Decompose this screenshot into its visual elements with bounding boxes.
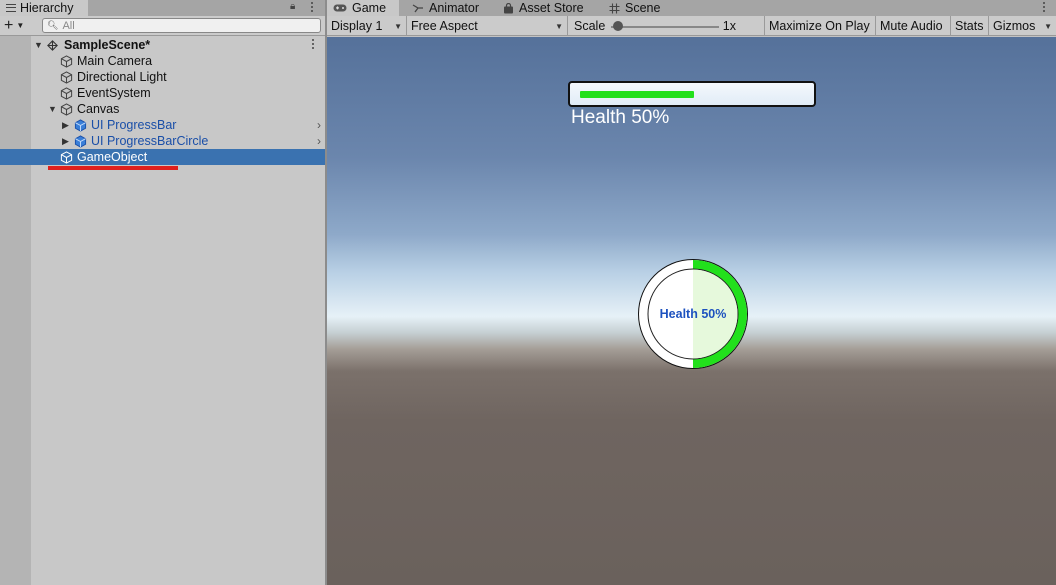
tab-animator[interactable]: Animator (406, 0, 496, 16)
toggle-label: Gizmos (993, 19, 1036, 33)
toggle-label: Maximize On Play (769, 19, 870, 33)
gameobject-cube-icon (60, 86, 73, 100)
tab-label: Scene (625, 1, 661, 15)
scale-slider-handle[interactable] (613, 21, 623, 31)
tree-item-eventsystem[interactable]: EventSystem (0, 85, 325, 101)
tab-label: Asset Store (519, 1, 584, 15)
store-bag-icon (504, 2, 513, 13)
tab-scene[interactable]: Scene (603, 0, 673, 16)
tree-item-canvas[interactable]: ▼ Canvas (0, 101, 325, 117)
display-label: Display 1 (331, 19, 383, 33)
tab-game[interactable]: Game (327, 0, 399, 16)
stats-toggle[interactable]: Stats (951, 16, 989, 36)
hierarchy-panel: Hierarchy 🔒︎ + ▼ 🔍︎ ▼ SampleScene* (0, 0, 325, 585)
game-tab-bar: Game Animator Asset Store Scene (327, 0, 1056, 16)
unity-scene-icon (47, 39, 58, 51)
tree-item-label: Canvas (77, 102, 120, 116)
toggle-label: Stats (955, 19, 984, 33)
gameobject-cube-icon (60, 54, 73, 68)
tree-item-label: Main Camera (77, 54, 153, 68)
hierarchy-tree: ▼ SampleScene* Main Camera Directional L… (0, 37, 325, 165)
hierarchy-search[interactable]: 🔍︎ (42, 18, 321, 33)
collapsed-arrow-icon[interactable]: ▶ (62, 136, 72, 147)
scale-label: Scale (574, 19, 606, 33)
aspect-label: Free Aspect (411, 19, 478, 33)
dropdown-arrow-icon: ▼ (555, 21, 563, 31)
prefab-cube-icon (74, 118, 87, 132)
dropdown-arrow-icon: ▼ (16, 21, 25, 30)
progress-bar-label: Health 50% (571, 107, 670, 128)
tree-item-samplescene[interactable]: ▼ SampleScene* (0, 37, 325, 53)
aspect-dropdown[interactable]: Free Aspect ▼ (407, 16, 568, 36)
tree-item-label: UI ProgressBarCircle (91, 134, 209, 148)
gizmos-dropdown[interactable]: Gizmos ▼ (989, 16, 1056, 36)
grid-icon (609, 3, 620, 13)
expand-arrow-icon[interactable]: ▼ (34, 40, 44, 50)
tree-item-label: GameObject (77, 150, 148, 164)
maximize-on-play-toggle[interactable]: Maximize On Play (765, 16, 876, 36)
search-icon: 🔍︎ (47, 20, 59, 30)
game-toolbar: Display 1 ▼ Free Aspect ▼ Scale 1x Maxim… (327, 16, 1056, 36)
gameobject-cube-icon (60, 102, 73, 116)
lock-icon[interactable]: 🔒︎ (290, 1, 295, 12)
search-input[interactable] (62, 19, 303, 32)
highlight-underline (48, 166, 178, 170)
create-button[interactable]: + ▼ (4, 17, 32, 34)
gameobject-cube-icon (60, 70, 73, 84)
game-viewport[interactable]: Health 50% Health 50% (327, 37, 1056, 585)
kebab-menu-icon[interactable] (311, 2, 314, 14)
tree-item-label: EventSystem (77, 86, 151, 100)
dropdown-arrow-icon: ▼ (1044, 21, 1052, 31)
progress-circle-label: Health 50% (659, 307, 727, 321)
animator-icon (412, 4, 423, 13)
toggle-label: Mute Audio (880, 19, 943, 33)
scale-slider-track[interactable] (611, 26, 719, 28)
hierarchy-toolbar: + ▼ 🔍︎ (0, 16, 325, 36)
expand-arrow-icon[interactable]: ▼ (48, 104, 58, 114)
tree-item-label: SampleScene* (64, 38, 151, 52)
tree-item-label: Directional Light (77, 70, 167, 84)
scene-menu-icon[interactable] (312, 39, 315, 51)
game-panel: Game Animator Asset Store Scene Display … (327, 0, 1056, 585)
chevron-right-icon[interactable]: › (317, 134, 321, 148)
dropdown-arrow-icon: ▼ (394, 21, 402, 31)
chevron-right-icon[interactable]: › (317, 118, 321, 132)
progress-bar-fill (580, 91, 694, 98)
progress-circle: Health 50% (637, 258, 749, 370)
display-dropdown[interactable]: Display 1 ▼ (327, 16, 407, 36)
tree-item-main-camera[interactable]: Main Camera (0, 53, 325, 69)
mute-audio-toggle[interactable]: Mute Audio (876, 16, 951, 36)
gameobject-cube-icon (60, 150, 73, 164)
tab-label: Game (352, 1, 387, 15)
hierarchy-tab-label: Hierarchy (20, 1, 74, 15)
tree-item-label: UI ProgressBar (91, 118, 177, 132)
progress-bar-track (580, 91, 808, 98)
tree-item-ui-progressbar[interactable]: ▶ UI ProgressBar › (0, 117, 325, 133)
tab-hierarchy[interactable]: Hierarchy (0, 0, 88, 16)
collapsed-arrow-icon[interactable]: ▶ (62, 120, 72, 131)
tree-item-gameobject[interactable]: GameObject (0, 149, 325, 165)
kebab-menu-icon[interactable] (1043, 2, 1046, 14)
tab-label: Animator (429, 1, 480, 15)
list-icon (6, 4, 16, 12)
plus-icon: + (4, 16, 14, 34)
tree-item-directional-light[interactable]: Directional Light (0, 69, 325, 85)
scale-value: 1x (722, 19, 736, 33)
tree-item-ui-progressbarcircle[interactable]: ▶ UI ProgressBarCircle › (0, 133, 325, 149)
progress-bar (568, 81, 816, 107)
hierarchy-tab-bar: Hierarchy 🔒︎ (0, 0, 325, 16)
prefab-cube-icon (74, 134, 87, 148)
tab-asset-store[interactable]: Asset Store (497, 0, 593, 16)
gamepad-icon (333, 4, 347, 12)
